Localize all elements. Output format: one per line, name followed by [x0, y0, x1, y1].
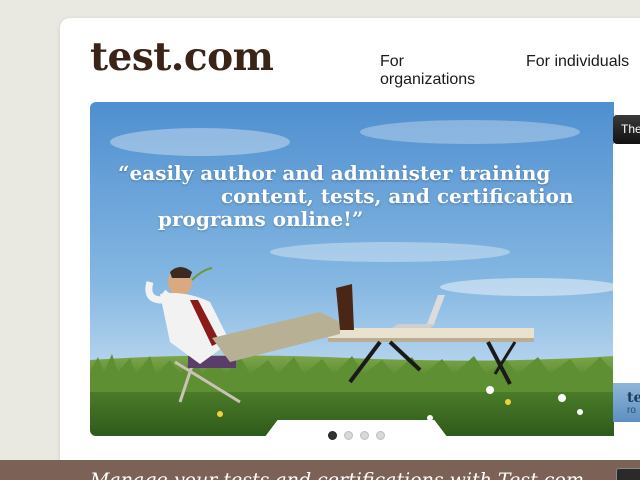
hero-photo [90, 102, 614, 436]
side-panel-tab[interactable]: The [613, 115, 640, 144]
side-thumb-subtext: ro [627, 405, 636, 416]
hero-quote-line-3: programs online!” [158, 207, 364, 231]
nav-for-organizations[interactable]: For organizations [380, 53, 490, 89]
slide-indicator-tab [258, 420, 454, 446]
nav-for-individuals[interactable]: For individuals [526, 53, 629, 71]
hero-quote-line-2: content, tests, and certification [221, 184, 574, 208]
page: test.com For organizations For individua… [0, 0, 640, 480]
bottom-banner-button[interactable] [616, 468, 640, 480]
side-thumb-text: te [627, 390, 640, 406]
bottom-banner: Manage your tests and certifications wit… [0, 460, 640, 480]
hero-slideshow[interactable]: “easily author and administer training c… [90, 102, 614, 436]
slide-dot-2[interactable] [344, 431, 353, 440]
side-panel [613, 144, 640, 422]
hero-quote: “easily author and administer training c… [90, 162, 614, 231]
slide-dot-1[interactable] [328, 431, 337, 440]
hero-quote-line-1: “easily author and administer training [118, 161, 551, 185]
slide-dot-3[interactable] [360, 431, 369, 440]
site-logo[interactable]: test.com [90, 34, 274, 80]
slide-dot-4[interactable] [376, 431, 385, 440]
bottom-banner-text: Manage your tests and certifications wit… [90, 469, 584, 480]
side-panel-thumbnail[interactable]: te ro [613, 383, 640, 422]
